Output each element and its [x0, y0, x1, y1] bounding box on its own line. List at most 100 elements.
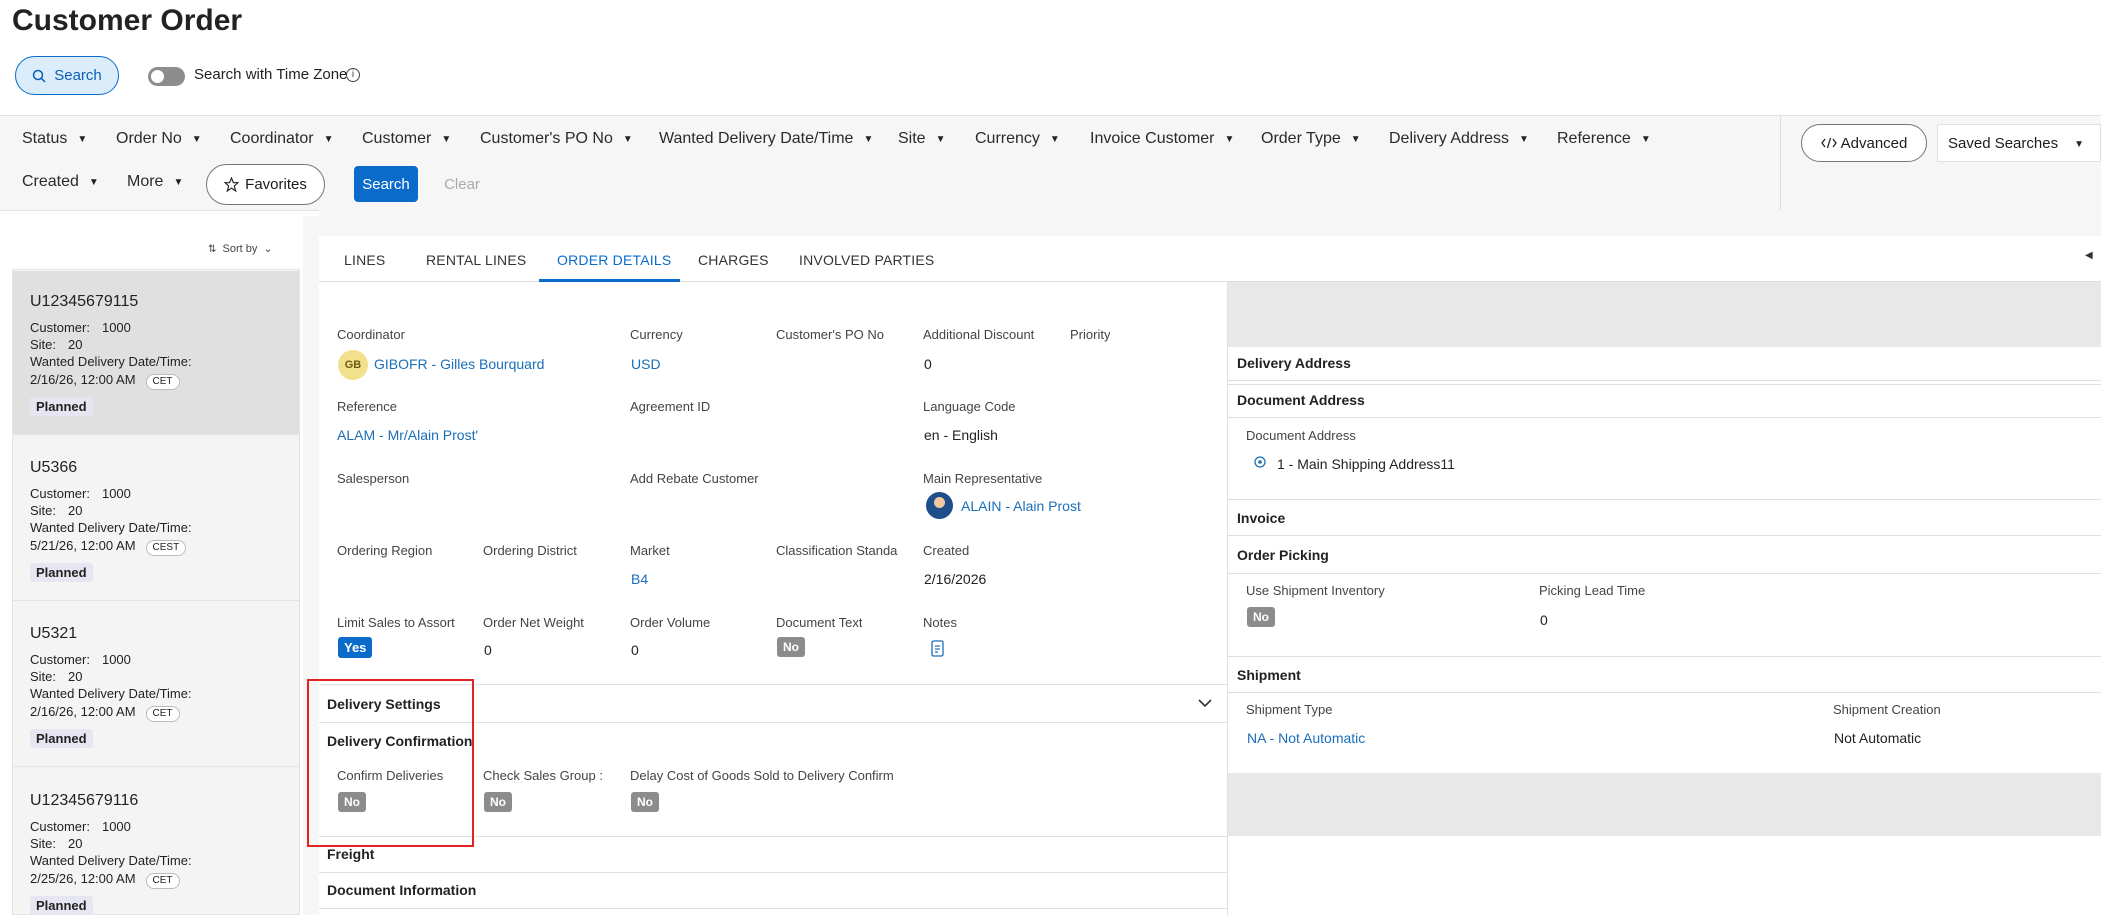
filter-reference[interactable]: Reference ▼	[1557, 130, 1651, 148]
chevron-down-icon[interactable]	[1197, 697, 1213, 709]
list-item[interactable]: U12345679116 Customer: 1000 Site: 20 Wante…	[13, 770, 299, 915]
invoice-title[interactable]: Invoice	[1237, 510, 1285, 526]
notes-icon[interactable]	[930, 640, 946, 658]
sort-by-button[interactable]: ⇅ Sort by ⌄	[208, 242, 273, 255]
reference-link[interactable]: ALAM - Mr/Alain Prost'	[337, 427, 478, 443]
filter-search-button[interactable]: Search	[354, 166, 418, 202]
caret-left-icon[interactable]: ◀	[2085, 250, 2093, 261]
tab-charges[interactable]: CHARGES	[698, 252, 769, 268]
clear-button[interactable]: Clear	[430, 166, 494, 202]
tab-lines[interactable]: LINES	[344, 252, 385, 268]
star-icon	[224, 177, 240, 192]
location-pin-icon	[1254, 456, 1266, 468]
favorites-button[interactable]: Favorites	[206, 164, 325, 205]
timezone-badge: CET	[145, 706, 180, 722]
tab-rental-lines[interactable]: RENTAL LINES	[426, 252, 526, 268]
no-badge: No	[1247, 607, 1275, 627]
info-icon[interactable]: i	[346, 68, 360, 82]
divider	[1228, 692, 2101, 693]
chevron-down-icon: ⌄	[263, 243, 273, 255]
grey-band	[1228, 773, 2101, 836]
no-badge: No	[631, 792, 659, 812]
caret-down-icon: ▼	[88, 176, 99, 188]
order-id: U12345679115	[30, 293, 139, 310]
avatar: GB	[338, 350, 368, 380]
timezone-label: Search with Time Zone	[194, 66, 348, 83]
status-badge: Planned	[30, 729, 93, 748]
caret-down-icon: ▼	[191, 133, 202, 145]
grey-band	[1228, 282, 2101, 347]
sort-icon: ⇅	[208, 244, 217, 255]
market-link[interactable]: B4	[631, 571, 648, 587]
filter-site[interactable]: Site ▼	[898, 130, 945, 148]
timezone-badge: CET	[145, 374, 180, 390]
freight-title[interactable]: Freight	[327, 846, 374, 862]
order-id: U12345679116	[30, 792, 139, 809]
coordinator-link[interactable]: GIBOFR - Gilles Bourquard	[374, 356, 544, 372]
list-item[interactable]: U5366 Customer: 1000 Site: 20 Wanted Deliv…	[13, 437, 299, 601]
caret-down-icon: ▼	[77, 133, 88, 145]
saved-searches-dropdown[interactable]: Saved Searches ▼	[1937, 124, 2101, 162]
active-tab-indicator	[539, 279, 680, 282]
code-icon	[1820, 137, 1837, 149]
filter-divider	[1780, 115, 1781, 211]
shipment-type-link[interactable]: NA - Not Automatic	[1247, 730, 1365, 746]
divider	[1228, 417, 2101, 418]
tab-involved-parties[interactable]: INVOLVED PARTIES	[799, 252, 934, 268]
page-title: Customer Order	[12, 4, 243, 37]
caret-down-icon: ▼	[323, 133, 334, 145]
order-id: U5321	[30, 625, 78, 642]
filter-invoice-customer[interactable]: Invoice Customer ▼	[1090, 130, 1234, 148]
divider	[1228, 535, 2101, 536]
caret-down-icon: ▼	[622, 133, 633, 145]
divider	[1228, 384, 2101, 385]
currency-link[interactable]: USD	[631, 356, 661, 372]
filter-order-no[interactable]: Order No ▼	[116, 130, 202, 148]
tab-order-details[interactable]: ORDER DETAILS	[557, 252, 671, 268]
list-item[interactable]: U5321 Customer: 1000 Site: 20 Wanted Deliv…	[13, 603, 299, 767]
caret-down-icon: ▼	[1640, 133, 1651, 145]
caret-down-icon: ▼	[441, 133, 452, 145]
top-strip	[319, 210, 2101, 236]
caret-down-icon: ▼	[863, 133, 874, 145]
divider	[1228, 656, 2101, 657]
timezone-badge: CET	[145, 873, 180, 889]
document-information-title[interactable]: Document Information	[327, 882, 476, 898]
document-address-title[interactable]: Document Address	[1237, 392, 1365, 408]
main-representative-link[interactable]: ALAIN - Alain Prost	[961, 498, 1081, 514]
order-picking-title[interactable]: Order Picking	[1237, 547, 1329, 563]
search-icon	[32, 69, 46, 83]
advanced-button[interactable]: Advanced	[1801, 124, 1927, 162]
filter-coordinator[interactable]: Coordinator ▼	[230, 130, 334, 148]
filter-status[interactable]: Status ▼	[22, 130, 87, 148]
caret-down-icon: ▼	[935, 133, 946, 145]
status-badge: Planned	[30, 896, 93, 915]
filter-delivery-address[interactable]: Delivery Address ▼	[1389, 130, 1529, 148]
delivery-address-title[interactable]: Delivery Address	[1237, 355, 1351, 371]
highlight-box	[307, 679, 474, 847]
filter-customer[interactable]: Customer ▼	[362, 130, 451, 148]
timezone-badge: CEST	[145, 540, 187, 556]
filter-more[interactable]: More ▼	[127, 173, 183, 191]
no-badge: No	[777, 637, 805, 657]
shipment-title[interactable]: Shipment	[1237, 667, 1301, 683]
divider	[1228, 499, 2101, 500]
list-item[interactable]: U12345679115 Customer: 1000 Site: 20 Wante…	[13, 271, 299, 435]
filter-created[interactable]: Created ▼	[22, 173, 99, 191]
filter-wanted-delivery[interactable]: Wanted Delivery Date/Time ▼	[659, 130, 873, 148]
filter-order-type[interactable]: Order Type ▼	[1261, 130, 1361, 148]
search-button-label: Search	[54, 67, 102, 84]
divider	[1228, 380, 2101, 381]
filter-currency[interactable]: Currency ▼	[975, 130, 1060, 148]
caret-down-icon: ▼	[1224, 133, 1235, 145]
caret-down-icon: ▼	[173, 176, 184, 188]
search-button[interactable]: Search	[15, 56, 119, 95]
no-badge: No	[484, 792, 512, 812]
caret-down-icon: ▼	[1350, 133, 1361, 145]
order-id: U5366	[30, 459, 78, 476]
filter-customer-po-no[interactable]: Customer's PO No ▼	[480, 130, 633, 148]
divider	[1228, 573, 2101, 574]
status-badge: Planned	[30, 397, 93, 416]
timezone-toggle[interactable]	[148, 67, 185, 86]
avatar	[926, 492, 953, 519]
